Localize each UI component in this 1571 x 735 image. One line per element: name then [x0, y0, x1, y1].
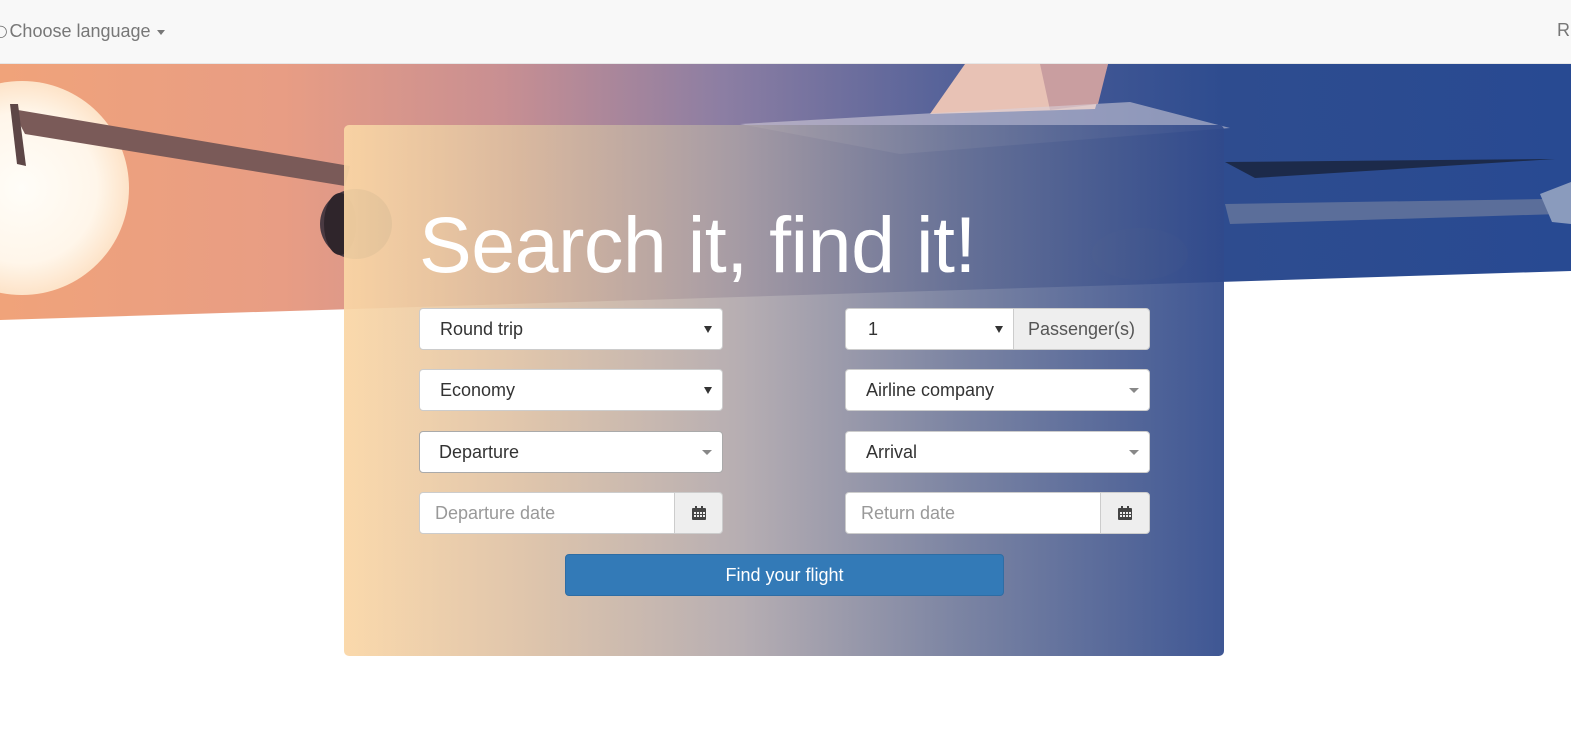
passengers-addon: Passenger(s): [1013, 308, 1150, 350]
return-date-input[interactable]: [845, 492, 1101, 534]
calendar-icon: [1118, 506, 1132, 520]
arrival-select[interactable]: Arrival: [845, 431, 1150, 473]
passenger-count-value: 1: [868, 318, 879, 339]
chevron-down-icon: [1129, 450, 1139, 455]
chevron-down-icon: [1129, 388, 1139, 393]
search-panel: Search it, find it! Round trip 1 Passeng…: [344, 125, 1224, 656]
language-label: Choose language: [9, 20, 151, 41]
navbar: ◯ Choose language R: [0, 0, 1571, 64]
chevron-down-icon: [704, 387, 712, 394]
departure-value: Departure: [439, 441, 520, 462]
passenger-count-select[interactable]: 1: [845, 308, 1014, 350]
departure-select[interactable]: Departure: [419, 431, 723, 473]
return-date-picker-button[interactable]: [1100, 492, 1150, 534]
globe-icon: ◯: [0, 24, 8, 38]
calendar-icon: [691, 506, 706, 520]
find-flight-button[interactable]: Find your flight: [565, 554, 1004, 596]
arrival-value: Arrival: [866, 441, 918, 462]
chevron-down-icon: [702, 450, 712, 455]
airline-select[interactable]: Airline company: [845, 369, 1150, 411]
page-title: Search it, find it!: [419, 200, 976, 289]
trip-type-select[interactable]: Round trip: [419, 308, 723, 350]
right-wing-shape: [1225, 159, 1555, 178]
nav-right-link[interactable]: R: [1557, 20, 1570, 41]
chevron-down-icon: [704, 326, 712, 333]
airline-value: Airline company: [866, 379, 995, 400]
trip-type-value: Round trip: [440, 318, 524, 339]
departure-date-picker-button[interactable]: [674, 492, 723, 534]
cabin-class-select[interactable]: Economy: [419, 369, 723, 411]
caret-down-icon: [156, 29, 165, 35]
cabin-class-value: Economy: [440, 379, 516, 400]
chevron-down-icon: [995, 326, 1003, 333]
language-dropdown[interactable]: ◯ Choose language: [0, 20, 165, 42]
departure-date-input[interactable]: [419, 492, 675, 534]
